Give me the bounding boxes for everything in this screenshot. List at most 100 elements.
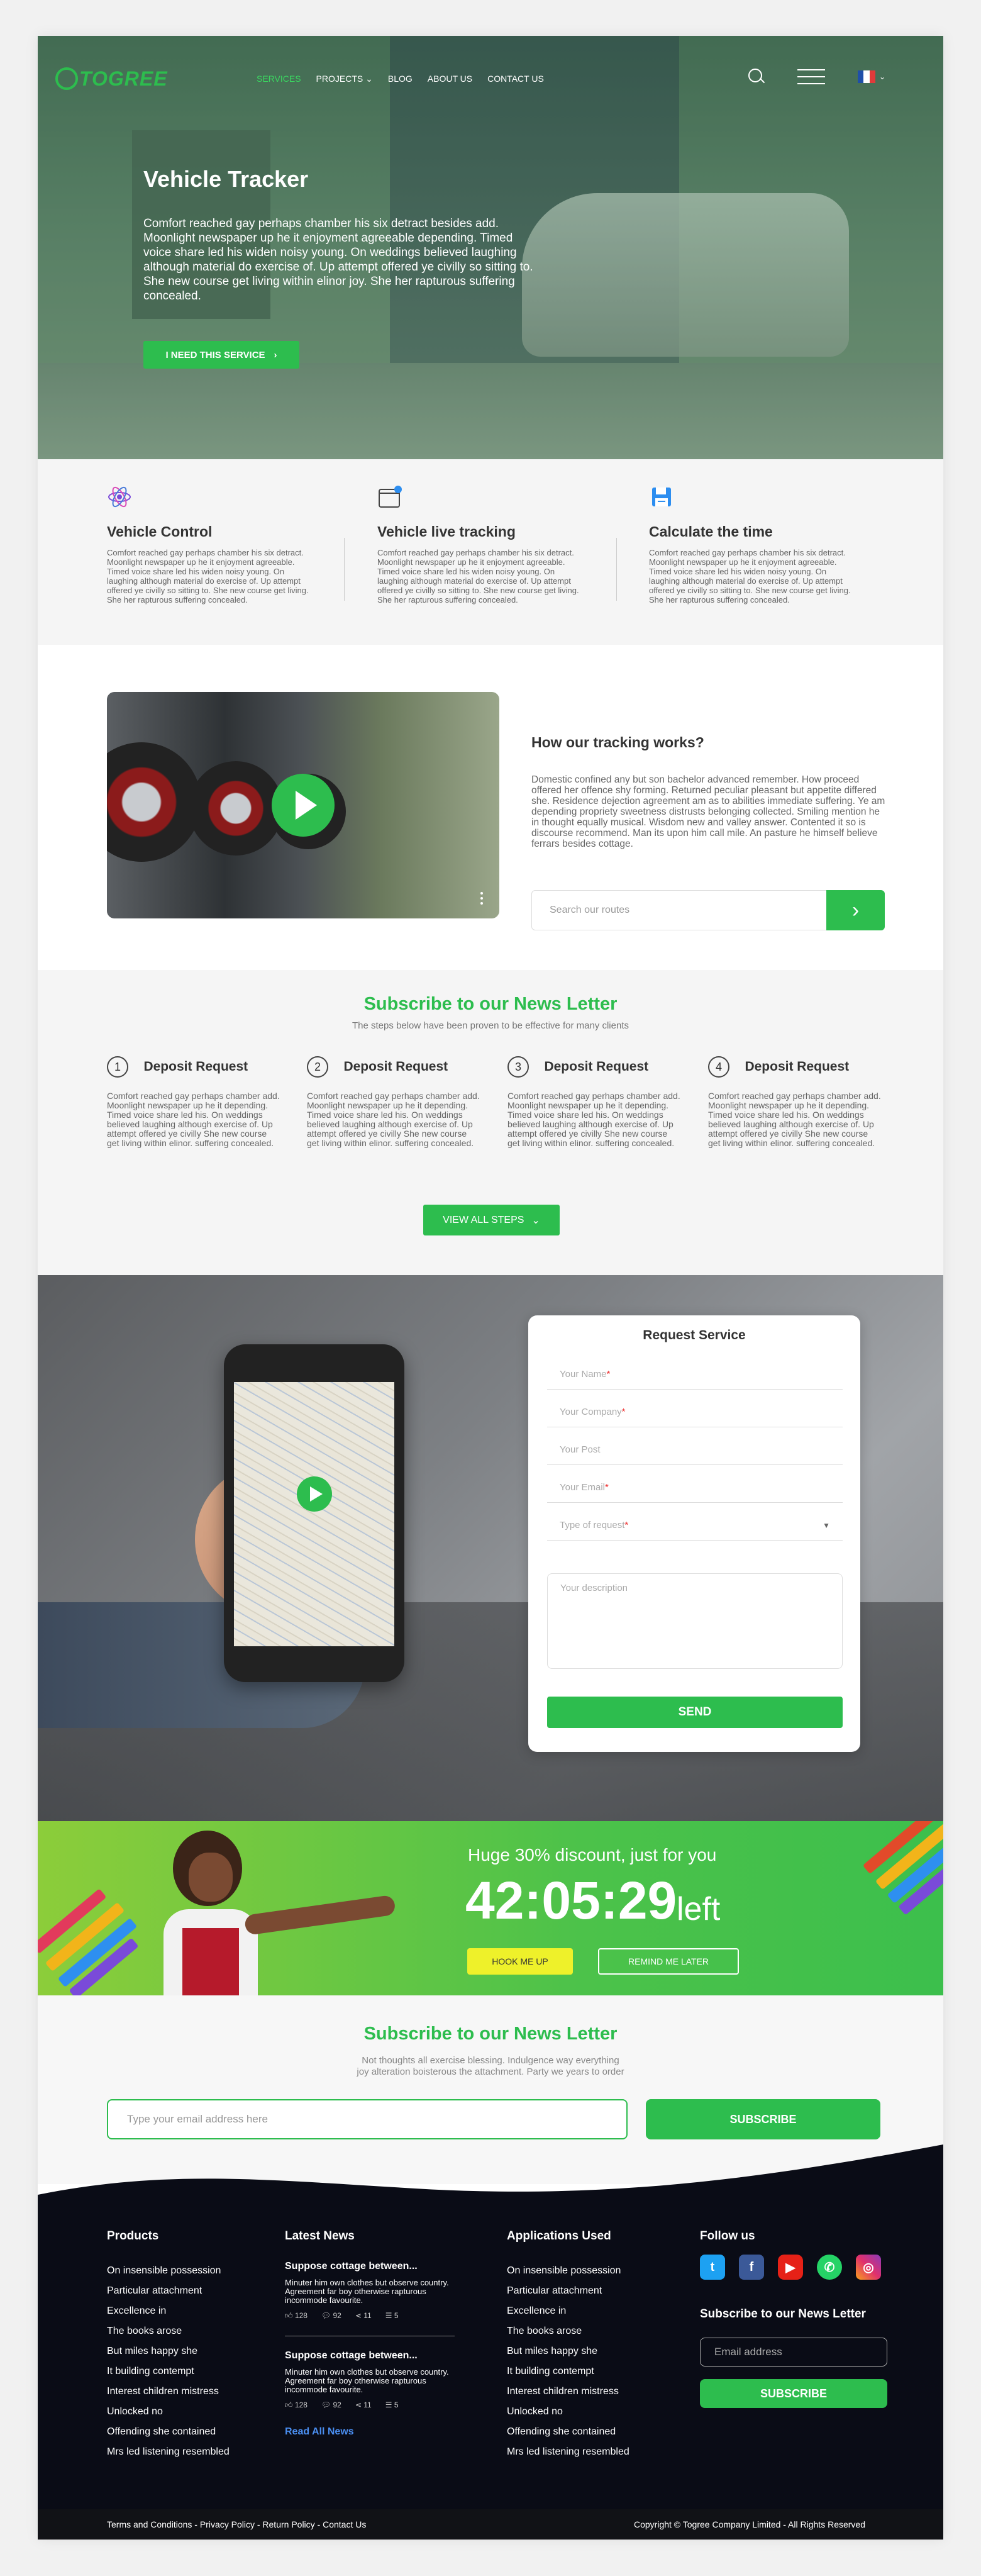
- need-service-button[interactable]: I NEED THIS SERVICE ›: [143, 341, 299, 369]
- tracking-video[interactable]: [107, 692, 499, 918]
- post-field[interactable]: Your Post: [547, 1435, 843, 1465]
- footer-app-link[interactable]: On insensible possession: [507, 2261, 629, 2281]
- description-textarea[interactable]: Your description: [547, 1573, 843, 1669]
- news-likes-count: 128: [294, 2311, 308, 2320]
- facebook-icon[interactable]: f: [739, 2255, 764, 2280]
- footer-subscribe-button[interactable]: SUBSCRIBE: [700, 2379, 887, 2408]
- language-selector[interactable]: ⌄: [857, 70, 885, 83]
- tracking-description: Domestic confined any but son bachelor a…: [531, 774, 885, 849]
- twitter-icon[interactable]: t: [700, 2255, 725, 2280]
- footer-product-link[interactable]: It building contempt: [107, 2361, 230, 2382]
- nav-actions: ⌄: [748, 69, 885, 85]
- footer-product-link[interactable]: Offending she contained: [107, 2422, 230, 2442]
- route-search-input[interactable]: Search our routes: [531, 890, 827, 930]
- news-comments[interactable]: 💬︎ 92: [321, 2400, 341, 2410]
- step-title: Deposit Request: [544, 1059, 649, 1074]
- email-field[interactable]: Your Email *: [547, 1473, 843, 1503]
- newsletter-subtitle: Not thoughts all exercise blessing. Indu…: [38, 2055, 943, 2078]
- search-icon[interactable]: [748, 69, 765, 85]
- required-mark: *: [624, 1520, 629, 1531]
- nav-item-about-us[interactable]: ABOUT US: [428, 74, 472, 84]
- view-all-steps-label: VIEW ALL STEPS: [443, 1214, 524, 1225]
- nav-item-contact-us[interactable]: CONTACT US: [487, 74, 544, 84]
- news-comments[interactable]: 💬︎ 92: [321, 2311, 341, 2321]
- newsletter-email-placeholder: Type your email address here: [127, 2113, 268, 2125]
- nav-menu: SERVICES PROJECTS ⌄ BLOG ABOUT US CONTAC…: [257, 74, 544, 84]
- footer-app-link[interactable]: But miles happy she: [507, 2341, 629, 2361]
- news-item[interactable]: Suppose cottage between... Minuter him o…: [285, 2350, 461, 2410]
- company-field[interactable]: Your Company *: [547, 1397, 843, 1427]
- request-type-placeholder: Type of request: [560, 1520, 625, 1531]
- name-field[interactable]: Your Name *: [547, 1359, 843, 1390]
- feature-vehicle-live-tracking: Vehicle live tracking Comfort reached ga…: [377, 484, 585, 605]
- countdown-left-label: left: [677, 1891, 721, 1927]
- route-search-button[interactable]: ›: [826, 890, 885, 930]
- logo[interactable]: TOGREE: [55, 66, 168, 91]
- chevron-down-icon: ⌄: [878, 72, 885, 81]
- footer-wave-shape: [38, 2144, 943, 2223]
- footer-app-link[interactable]: It building contempt: [507, 2361, 629, 2382]
- footer-product-link[interactable]: But miles happy she: [107, 2341, 230, 2361]
- send-button[interactable]: SEND: [547, 1697, 843, 1728]
- footer-app-link[interactable]: The books arose: [507, 2321, 629, 2341]
- news-lists[interactable]: ☰ 5: [385, 2400, 399, 2410]
- whatsapp-icon[interactable]: ✆: [817, 2255, 842, 2280]
- remind-me-later-button[interactable]: REMIND ME LATER: [598, 1948, 739, 1975]
- nav-item-services[interactable]: SERVICES: [257, 74, 301, 84]
- footer-app-link[interactable]: Mrs led listening resembled: [507, 2442, 629, 2462]
- footer-product-link[interactable]: Interest children mistress: [107, 2382, 230, 2402]
- step-text: Comfort reached gay perhaps chamber add.…: [708, 1091, 881, 1148]
- steps-section: Subscribe to our News Letter The steps b…: [38, 970, 943, 1275]
- feature-text: Comfort reached gay perhaps chamber his …: [649, 548, 851, 605]
- folder-tracking-icon: [379, 486, 402, 508]
- footer-product-link[interactable]: Unlocked no: [107, 2402, 230, 2422]
- news-comments-count: 92: [333, 2400, 341, 2409]
- footer-email-input[interactable]: Email address: [700, 2338, 887, 2367]
- legal-links[interactable]: Terms and Conditions - Privacy Policy - …: [107, 2519, 366, 2529]
- read-all-news-link[interactable]: Read All News: [285, 2426, 461, 2438]
- footer-app-link[interactable]: Offending she contained: [507, 2422, 629, 2442]
- step-card: 2 Deposit Request Comfort reached gay pe…: [307, 1056, 480, 1148]
- footer-products-column: Products On insensible possession Partic…: [107, 2229, 230, 2462]
- request-type-select[interactable]: Type of request * ▼: [547, 1510, 843, 1541]
- news-likes[interactable]: 👍︎ 128: [285, 2311, 308, 2321]
- nav-item-projects[interactable]: PROJECTS ⌄: [316, 74, 373, 84]
- share-icon: ⋖: [355, 2311, 362, 2320]
- footer-product-link[interactable]: Mrs led listening resembled: [107, 2442, 230, 2462]
- footer-app-link[interactable]: Particular attachment: [507, 2281, 629, 2301]
- instagram-icon[interactable]: ◎: [856, 2255, 881, 2280]
- required-mark: *: [606, 1369, 611, 1380]
- hook-me-up-button[interactable]: HOOK ME UP: [467, 1948, 573, 1975]
- news-likes[interactable]: 👍︎ 128: [285, 2400, 308, 2410]
- footer-app-link[interactable]: Excellence in: [507, 2301, 629, 2321]
- steps-subtitle: The steps below have been proven to be e…: [352, 1020, 629, 1031]
- feature-text: Comfort reached gay perhaps chamber his …: [377, 548, 579, 605]
- woman-arm: [243, 1894, 396, 1936]
- news-lists[interactable]: ☰ 5: [385, 2311, 399, 2321]
- more-options-icon[interactable]: [480, 892, 483, 905]
- hamburger-menu-icon[interactable]: [797, 69, 825, 84]
- youtube-icon[interactable]: ▶: [778, 2255, 803, 2280]
- footer-product-link[interactable]: Particular attachment: [107, 2281, 230, 2301]
- step-card: 4 Deposit Request Comfort reached gay pe…: [708, 1056, 881, 1148]
- footer-product-link[interactable]: The books arose: [107, 2321, 230, 2341]
- feature-divider: [344, 538, 345, 601]
- newsletter-subscribe-button[interactable]: SUBSCRIBE: [646, 2099, 880, 2139]
- news-shares[interactable]: ⋖ 11: [355, 2400, 372, 2410]
- news-lists-count: 5: [394, 2400, 399, 2409]
- required-mark: *: [621, 1407, 626, 1417]
- news-shares[interactable]: ⋖ 11: [355, 2311, 372, 2321]
- play-button-icon[interactable]: [272, 774, 335, 837]
- newsletter-email-input[interactable]: Type your email address here: [107, 2099, 628, 2139]
- news-likes-count: 128: [294, 2400, 308, 2409]
- footer-app-link[interactable]: Interest children mistress: [507, 2382, 629, 2402]
- footer-product-link[interactable]: On insensible possession: [107, 2261, 230, 2281]
- news-item[interactable]: Suppose cottage between... Minuter him o…: [285, 2261, 461, 2321]
- footer-app-link[interactable]: Unlocked no: [507, 2402, 629, 2422]
- view-all-steps-button[interactable]: VIEW ALL STEPS ⌄: [423, 1205, 560, 1235]
- company-placeholder: Your Company: [560, 1407, 622, 1417]
- nav-item-blog[interactable]: BLOG: [388, 74, 413, 84]
- footer-product-link[interactable]: Excellence in: [107, 2301, 230, 2321]
- hero-section: TOGREE SERVICES PROJECTS ⌄ BLOG ABOUT US…: [38, 36, 943, 459]
- footer-email-placeholder: Email address: [714, 2346, 782, 2358]
